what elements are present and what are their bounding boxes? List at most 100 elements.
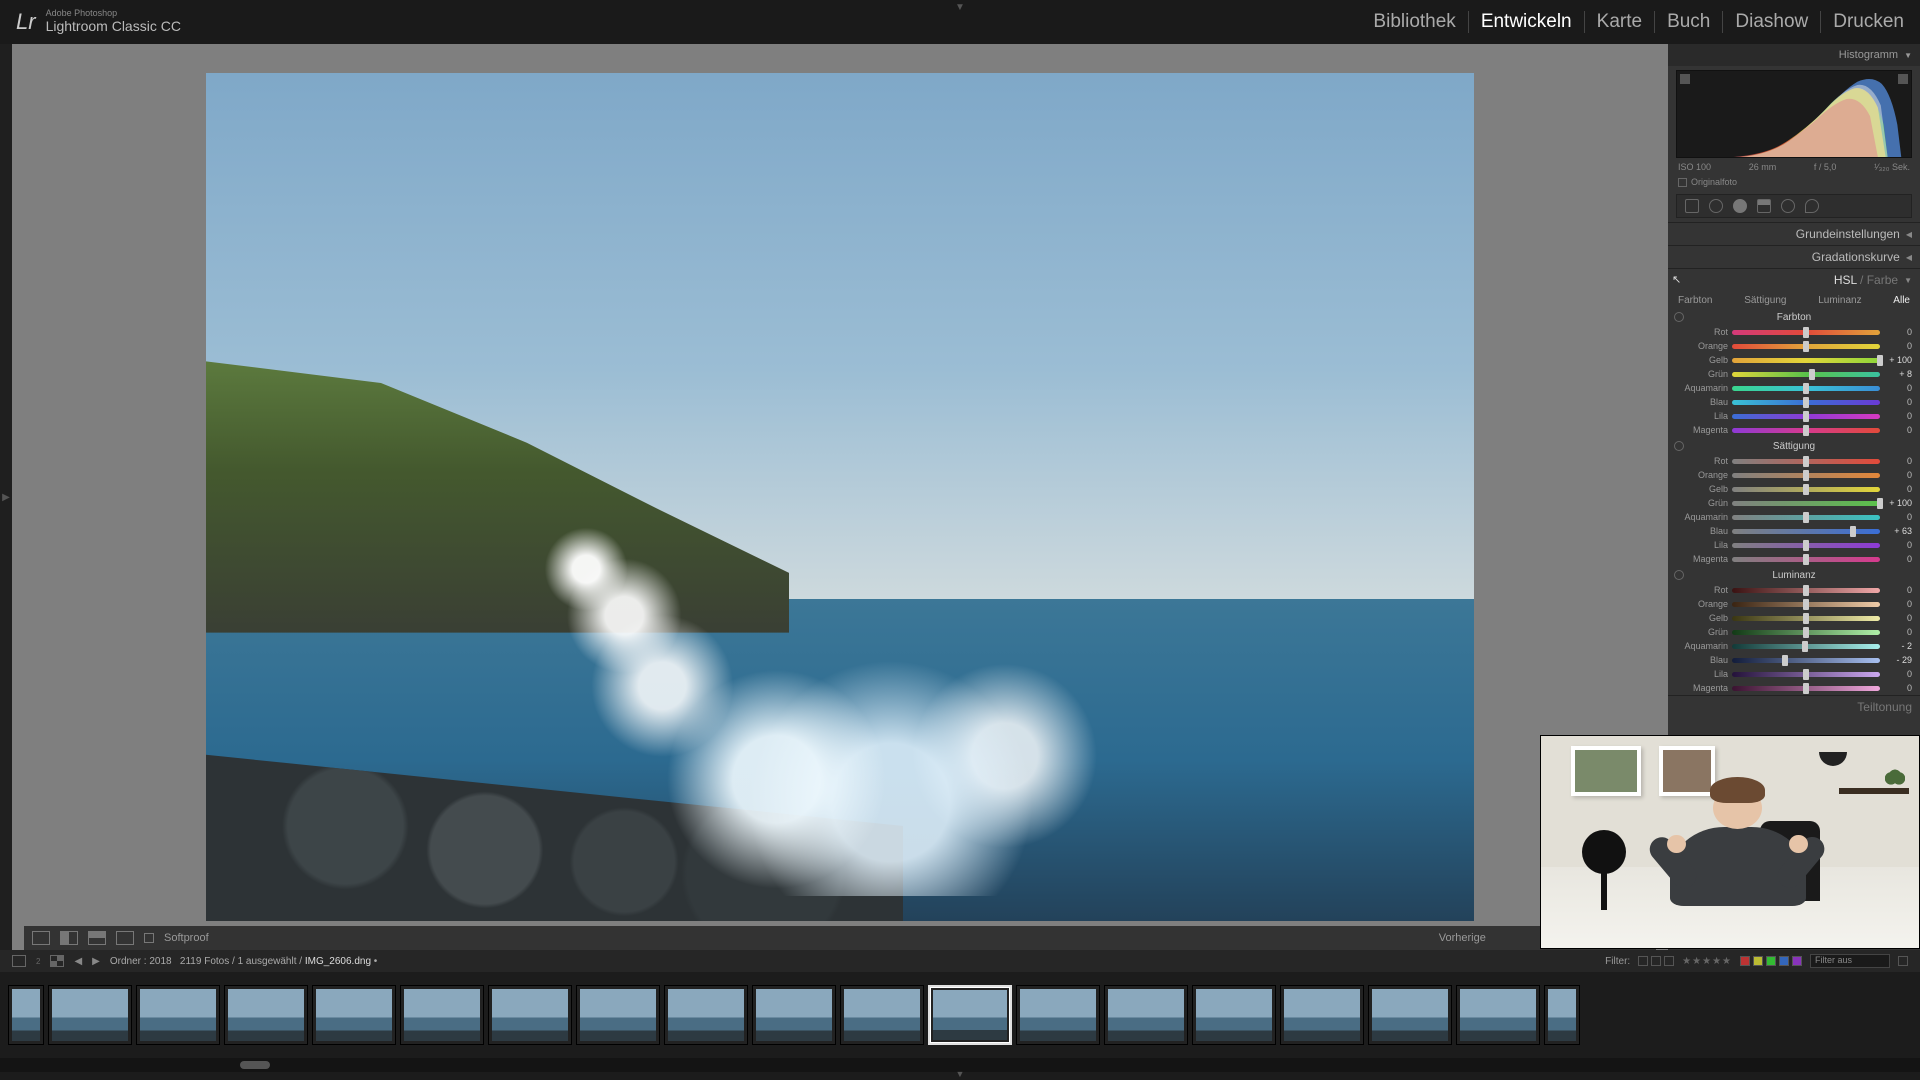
filter-label-yellow[interactable] xyxy=(1753,956,1763,966)
filmstrip-thumb[interactable] xyxy=(8,985,44,1045)
slider-handle[interactable] xyxy=(1803,512,1809,523)
filter-label-red[interactable] xyxy=(1740,956,1750,966)
filmstrip-thumb[interactable] xyxy=(1192,985,1276,1045)
slider-track[interactable] xyxy=(1732,588,1880,593)
slider-handle[interactable] xyxy=(1803,425,1809,436)
slider-track[interactable] xyxy=(1732,686,1880,691)
view-before-after-h-button[interactable] xyxy=(60,931,78,945)
filmstrip-path[interactable]: Ordner : 2018 2119 Fotos / 1 ausgewählt … xyxy=(110,956,377,967)
slider-handle[interactable] xyxy=(1803,383,1809,394)
slider-handle[interactable] xyxy=(1802,641,1808,652)
slider-handle[interactable] xyxy=(1809,369,1815,380)
slider-track[interactable] xyxy=(1732,616,1880,621)
hsl-tab-lum[interactable]: Luminanz xyxy=(1818,295,1861,306)
slider-handle[interactable] xyxy=(1803,411,1809,422)
highlight-clip-indicator[interactable] xyxy=(1898,74,1908,84)
filmstrip-thumb[interactable] xyxy=(752,985,836,1045)
slider-track[interactable] xyxy=(1732,515,1880,520)
filmstrip-thumb[interactable] xyxy=(576,985,660,1045)
filter-label-purple[interactable] xyxy=(1792,956,1802,966)
filter-flag-pick[interactable] xyxy=(1638,956,1648,966)
shadow-clip-indicator[interactable] xyxy=(1680,74,1690,84)
crop-tool-icon[interactable] xyxy=(1685,199,1699,213)
slider-track[interactable] xyxy=(1732,644,1880,649)
slider-handle[interactable] xyxy=(1803,397,1809,408)
module-print[interactable]: Drucken xyxy=(1821,11,1904,33)
slider-handle[interactable] xyxy=(1803,554,1809,565)
slider-track[interactable] xyxy=(1732,330,1880,335)
filter-label-blue[interactable] xyxy=(1779,956,1789,966)
slider-handle[interactable] xyxy=(1803,627,1809,638)
view-swap-button[interactable] xyxy=(116,931,134,945)
filmstrip-thumb[interactable] xyxy=(136,985,220,1045)
filmstrip-thumb[interactable] xyxy=(48,985,132,1045)
original-photo-checkbox[interactable] xyxy=(1678,178,1687,187)
filter-flag-unflagged[interactable] xyxy=(1651,956,1661,966)
left-panel-chevron-icon[interactable]: ▶ xyxy=(0,44,12,950)
grid-view-button[interactable] xyxy=(50,955,64,967)
filmstrip-thumb[interactable] xyxy=(664,985,748,1045)
tonecurve-panel-header[interactable]: Gradationskurve ◀ xyxy=(1668,246,1920,268)
slider-handle[interactable] xyxy=(1803,683,1809,694)
graduated-filter-tool-icon[interactable] xyxy=(1757,199,1771,213)
slider-track[interactable] xyxy=(1732,459,1880,464)
filmstrip-thumb[interactable] xyxy=(1280,985,1364,1045)
slider-track[interactable] xyxy=(1732,386,1880,391)
slider-handle[interactable] xyxy=(1803,456,1809,467)
module-book[interactable]: Buch xyxy=(1655,11,1723,33)
slider-track[interactable] xyxy=(1732,672,1880,677)
slider-track[interactable] xyxy=(1732,529,1880,534)
slider-handle[interactable] xyxy=(1803,341,1809,352)
view-before-after-v-button[interactable] xyxy=(88,931,106,945)
slider-track[interactable] xyxy=(1732,372,1880,377)
slider-handle[interactable] xyxy=(1782,655,1788,666)
previous-button[interactable]: Vorherige xyxy=(1439,932,1486,944)
module-slideshow[interactable]: Diashow xyxy=(1723,11,1821,33)
slider-handle[interactable] xyxy=(1803,669,1809,680)
slider-handle[interactable] xyxy=(1803,585,1809,596)
hsl-panel-header[interactable]: HSL / Farbe ▼ xyxy=(1668,269,1920,291)
filmstrip-thumb[interactable] xyxy=(1104,985,1188,1045)
slider-track[interactable] xyxy=(1732,658,1880,663)
filter-rating[interactable]: ★★★★★ xyxy=(1682,956,1732,967)
slider-handle[interactable] xyxy=(1877,498,1883,509)
slider-track[interactable] xyxy=(1732,630,1880,635)
slider-track[interactable] xyxy=(1732,428,1880,433)
filmstrip-thumb[interactable] xyxy=(400,985,484,1045)
filter-preset-dropdown[interactable]: Filter aus xyxy=(1810,954,1890,968)
slider-handle[interactable] xyxy=(1803,540,1809,551)
spot-removal-tool-icon[interactable] xyxy=(1709,199,1723,213)
targeted-adjust-icon[interactable] xyxy=(1674,312,1684,322)
module-develop[interactable]: Entwickeln xyxy=(1469,11,1585,33)
slider-handle[interactable] xyxy=(1803,613,1809,624)
secondary-display-button[interactable] xyxy=(12,955,26,967)
hsl-tab-sat[interactable]: Sättigung xyxy=(1744,295,1786,306)
filmstrip-thumb[interactable] xyxy=(224,985,308,1045)
slider-handle[interactable] xyxy=(1850,526,1856,537)
top-panel-chevron-icon[interactable]: ▼ xyxy=(955,2,965,13)
nav-fwd-icon[interactable]: ▶ xyxy=(92,956,100,967)
view-loupe-button[interactable] xyxy=(32,931,50,945)
filmstrip-thumb[interactable] xyxy=(1368,985,1452,1045)
slider-handle[interactable] xyxy=(1877,355,1883,366)
hsl-tab-hue[interactable]: Farbton xyxy=(1678,295,1712,306)
filmstrip-thumb[interactable] xyxy=(488,985,572,1045)
filter-flag-reject[interactable] xyxy=(1664,956,1674,966)
filter-lock-icon[interactable] xyxy=(1898,956,1908,966)
basic-panel-header[interactable]: Grundeinstellungen ◀ xyxy=(1668,223,1920,245)
filmstrip-thumb[interactable] xyxy=(840,985,924,1045)
histogram-header[interactable]: Histogramm ▼ xyxy=(1668,44,1920,66)
slider-track[interactable] xyxy=(1732,358,1880,363)
slider-handle[interactable] xyxy=(1803,470,1809,481)
hsl-tab-all[interactable]: Alle xyxy=(1893,295,1910,306)
slider-handle[interactable] xyxy=(1803,484,1809,495)
filmstrip-thumb[interactable] xyxy=(928,985,1012,1045)
brush-tool-icon[interactable] xyxy=(1805,199,1819,213)
slider-track[interactable] xyxy=(1732,487,1880,492)
slider-track[interactable] xyxy=(1732,501,1880,506)
filmstrip-thumb[interactable] xyxy=(1456,985,1540,1045)
filmstrip-thumb[interactable] xyxy=(312,985,396,1045)
photo-preview[interactable] xyxy=(206,73,1474,921)
radial-filter-tool-icon[interactable] xyxy=(1781,199,1795,213)
slider-track[interactable] xyxy=(1732,543,1880,548)
